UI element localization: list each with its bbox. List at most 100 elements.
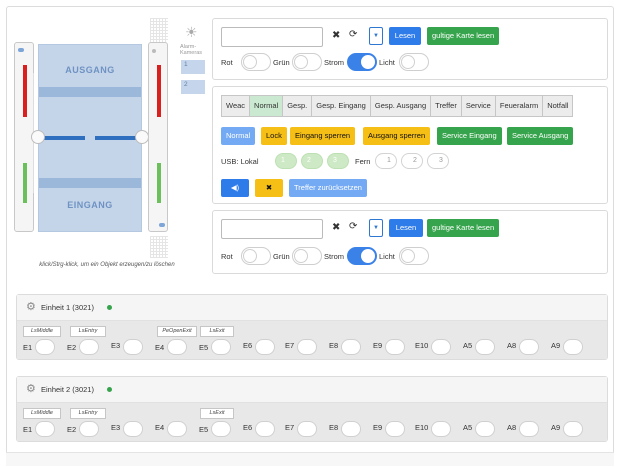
pin-toggle-e1[interactable] — [35, 339, 55, 355]
pin-toggle-e7[interactable] — [297, 339, 317, 355]
barrier-left[interactable] — [43, 136, 85, 140]
close-icon[interactable]: ✖ — [332, 222, 340, 233]
pin-toggle-a9[interactable] — [563, 339, 583, 355]
gate-graphic[interactable]: AUSGANG EINGANG — [14, 42, 180, 236]
pin-toggle-e8[interactable] — [341, 421, 361, 437]
pin-toggle-e8[interactable] — [341, 339, 361, 355]
io-tag: LsEntry — [70, 408, 106, 419]
unit-title: Einheit 2 (3021) — [41, 385, 94, 394]
usb-remote-3[interactable]: 3 — [427, 153, 449, 169]
barrier-right[interactable] — [95, 136, 137, 140]
tab-service[interactable]: Service — [461, 95, 496, 117]
pin-toggle-a5[interactable] — [475, 421, 495, 437]
pin-toggle-e9[interactable] — [385, 421, 405, 437]
alarm-camera-2[interactable]: 2 — [181, 80, 205, 94]
pin-toggle-a9[interactable] — [563, 421, 583, 437]
tab-notfall[interactable]: Notfall — [543, 95, 574, 117]
io-tag: LsMiddle — [23, 326, 61, 337]
pivot-right[interactable] — [135, 130, 149, 144]
pin-toggle-e4[interactable] — [167, 421, 187, 437]
usb-local-1[interactable]: 1 — [275, 153, 297, 169]
usb-remote-1[interactable]: 1 — [375, 153, 397, 169]
usb-remote-2[interactable]: 2 — [401, 153, 423, 169]
chevron-down-icon[interactable]: ▼ — [369, 219, 383, 237]
pin-toggle-e3[interactable] — [123, 339, 143, 355]
tab-treffer[interactable]: Treffer — [431, 95, 462, 117]
tab-gesp-ausgang[interactable]: Gesp. Ausgang — [370, 95, 432, 117]
pin-toggle-a5[interactable] — [475, 339, 495, 355]
tab-weac[interactable]: Weac — [221, 95, 251, 117]
toggle-label-light: Licht — [379, 252, 395, 261]
pin-label: E8 — [329, 423, 339, 432]
pin-toggle-a8[interactable] — [519, 421, 539, 437]
service-exit-button[interactable]: Service Ausgang — [507, 127, 574, 145]
toggle-red[interactable] — [241, 53, 271, 71]
toggle-label-light: Licht — [379, 58, 395, 67]
pin-toggle-e4[interactable] — [167, 339, 187, 355]
pole-indicator — [159, 223, 165, 227]
pin-toggle-e7[interactable] — [297, 421, 317, 437]
speaker-icon[interactable]: ◀) — [221, 179, 249, 197]
pin-label: A5 — [463, 423, 473, 432]
pin-toggle-e6[interactable] — [255, 421, 275, 437]
sun-icon[interactable]: ☀ — [185, 24, 198, 41]
toggle-power[interactable] — [347, 247, 377, 265]
pin-toggle-e5[interactable] — [211, 421, 231, 437]
read-button[interactable]: Lesen — [389, 27, 421, 45]
reset-hits-button[interactable]: Treffer zurücksetzen — [289, 179, 367, 197]
card-panel-exit: ✖ ⟳ ▼ Lesen gultige Karte lesen Rot Grün… — [212, 210, 608, 274]
close-icon[interactable]: ✖ — [332, 30, 340, 41]
tab-normal[interactable]: Normal — [250, 95, 284, 117]
pin-toggle-e10[interactable] — [431, 339, 451, 355]
valid-card-button[interactable]: gultige Karte lesen — [427, 27, 500, 45]
card-number-input[interactable] — [221, 219, 323, 239]
pin-toggle-e1[interactable] — [35, 421, 55, 437]
toggle-light[interactable] — [399, 247, 429, 265]
usb-local-2[interactable]: 2 — [301, 153, 323, 169]
tab-gesp-eingang[interactable]: Gesp. Eingang — [312, 95, 371, 117]
gear-icon[interactable]: ⚙ — [26, 382, 36, 395]
pin-toggle-e3[interactable] — [123, 421, 143, 437]
exit-label: AUSGANG — [65, 65, 115, 75]
gear-icon[interactable]: ⚙ — [26, 300, 36, 313]
usb-local-3[interactable]: 3 — [327, 153, 349, 169]
pin-toggle-e6[interactable] — [255, 339, 275, 355]
mute-button[interactable]: ✖ — [255, 179, 283, 197]
alarm-camera-1[interactable]: 1 — [181, 60, 205, 74]
right-pole[interactable] — [148, 42, 168, 232]
lane-band — [39, 178, 141, 188]
refresh-icon[interactable]: ⟳ — [349, 221, 357, 232]
read-button[interactable]: Lesen — [389, 219, 423, 237]
pin-label: E9 — [373, 423, 383, 432]
pin-label: E1 — [23, 425, 33, 434]
refresh-icon[interactable]: ⟳ — [349, 29, 357, 40]
toggle-green[interactable] — [292, 53, 322, 71]
service-entry-button[interactable]: Service Eingang — [437, 127, 502, 145]
toggle-green[interactable] — [292, 247, 322, 265]
chevron-down-icon[interactable]: ▼ — [369, 27, 383, 45]
toggle-power[interactable] — [347, 53, 377, 71]
toggle-red[interactable] — [241, 247, 271, 265]
pin-label: E3 — [111, 423, 121, 432]
unit-header[interactable]: ⚙ Einheit 1 (3021) — [17, 295, 607, 321]
toggle-light[interactable] — [399, 53, 429, 71]
lock-entry-button[interactable]: Eingang sperren — [290, 127, 356, 145]
valid-card-button[interactable]: gultige Karte lesen — [427, 219, 500, 237]
unit-header[interactable]: ⚙ Einheit 2 (3021) — [17, 377, 607, 403]
tab-feueralarm[interactable]: Feueralarm — [495, 95, 544, 117]
gate-lane[interactable]: AUSGANG EINGANG — [31, 44, 149, 232]
lock-exit-button[interactable]: Ausgang sperren — [363, 127, 431, 145]
pin-toggle-a8[interactable] — [519, 339, 539, 355]
lane-band — [39, 87, 141, 97]
pin-toggle-e5[interactable] — [211, 339, 231, 355]
normal-button[interactable]: Normal — [221, 127, 256, 145]
pin-toggle-e2[interactable] — [79, 421, 99, 437]
tab-gesp[interactable]: Gesp. — [283, 95, 313, 117]
gate-hint: klick/Strg-klick, um ein Objekt erzeugen… — [39, 262, 175, 268]
pin-toggle-e10[interactable] — [431, 421, 451, 437]
pivot-left[interactable] — [31, 130, 45, 144]
card-number-input[interactable] — [221, 27, 323, 47]
lock-button[interactable]: Lock — [261, 127, 287, 145]
pin-toggle-e9[interactable] — [385, 339, 405, 355]
pin-toggle-e2[interactable] — [79, 339, 99, 355]
